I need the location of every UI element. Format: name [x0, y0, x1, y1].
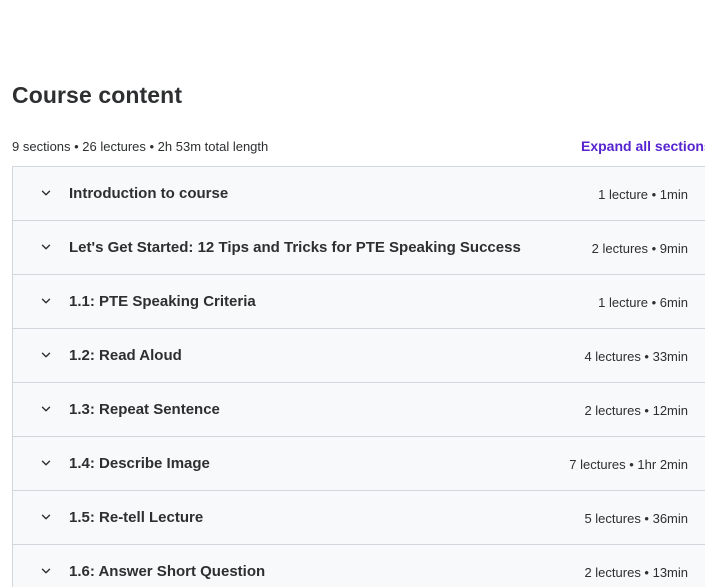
section-meta: 7 lectures • 1hr 2min	[569, 457, 688, 472]
section-meta: 2 lectures • 9min	[591, 241, 688, 256]
section-item[interactable]: Introduction to course 1 lecture • 1min	[13, 167, 705, 221]
chevron-down-icon	[40, 241, 52, 253]
chevron-down-icon	[40, 349, 52, 361]
chevron-down-icon	[40, 295, 52, 307]
chevron-down-icon	[40, 565, 52, 577]
page-title: Course content	[12, 82, 183, 108]
section-item[interactable]: 1.1: PTE Speaking Criteria 1 lecture • 6…	[13, 275, 705, 329]
chevron-down-icon	[40, 403, 52, 415]
section-meta: 1 lecture • 1min	[598, 187, 688, 202]
section-meta: 2 lectures • 12min	[584, 403, 688, 418]
expand-all-sections-button[interactable]: Expand all sections	[581, 138, 705, 154]
section-item[interactable]: 1.5: Re-tell Lecture 5 lectures • 36min	[13, 491, 705, 545]
section-title: 1.3: Repeat Sentence	[69, 401, 220, 418]
chevron-down-icon	[40, 511, 52, 523]
section-meta: 1 lecture • 6min	[598, 295, 688, 310]
section-item[interactable]: 1.2: Read Aloud 4 lectures • 33min	[13, 329, 705, 383]
section-item[interactable]: 1.6: Answer Short Question 2 lectures • …	[13, 545, 705, 587]
section-title: 1.4: Describe Image	[69, 455, 210, 472]
section-meta: 2 lectures • 13min	[584, 565, 688, 580]
section-meta: 5 lectures • 36min	[584, 511, 688, 526]
section-item[interactable]: 1.4: Describe Image 7 lectures • 1hr 2mi…	[13, 437, 705, 491]
course-summary: 9 sections • 26 lectures • 2h 53m total …	[12, 139, 269, 154]
section-title: 1.2: Read Aloud	[69, 347, 182, 364]
section-title: Let's Get Started: 12 Tips and Tricks fo…	[69, 239, 521, 256]
section-meta: 4 lectures • 33min	[584, 349, 688, 364]
course-summary-row: 9 sections • 26 lectures • 2h 53m total …	[12, 138, 705, 156]
section-title: 1.6: Answer Short Question	[69, 563, 266, 580]
section-title: 1.1: PTE Speaking Criteria	[69, 293, 256, 310]
section-item[interactable]: Let's Get Started: 12 Tips and Tricks fo…	[13, 221, 705, 275]
section-item[interactable]: 1.3: Repeat Sentence 2 lectures • 12min	[13, 383, 705, 437]
section-title: Introduction to course	[69, 185, 229, 202]
chevron-down-icon	[40, 457, 52, 469]
sections-list: Introduction to course 1 lecture • 1min …	[12, 166, 705, 587]
section-title: 1.5: Re-tell Lecture	[69, 509, 204, 526]
chevron-down-icon	[40, 187, 52, 199]
course-content-page: Course content 9 sections • 26 lectures …	[0, 0, 705, 587]
